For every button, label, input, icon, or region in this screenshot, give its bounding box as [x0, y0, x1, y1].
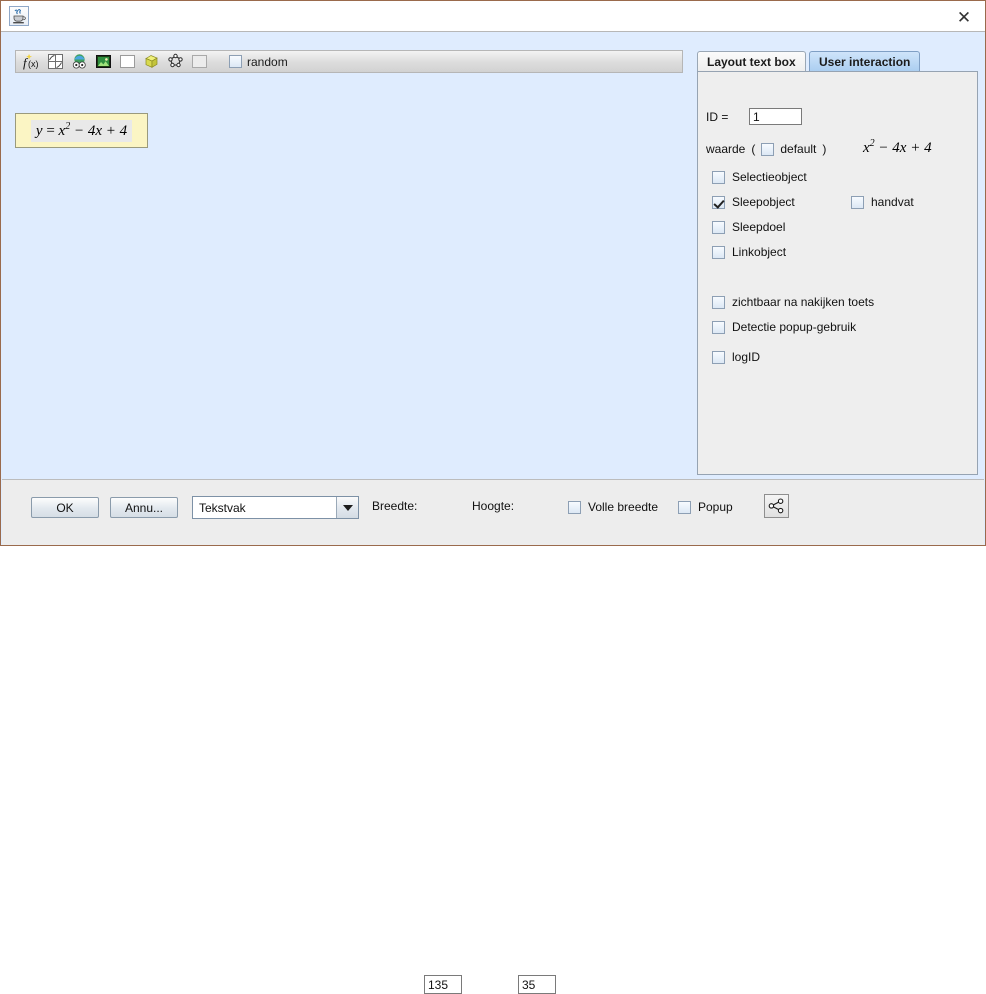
selectieobject-label: Selectieobject	[732, 170, 807, 184]
formula-text: y = x2 − 4x + 4	[30, 119, 133, 142]
random-checkbox[interactable]: random	[229, 55, 288, 69]
checkbox-volle-breedte[interactable]: Volle breedte	[568, 500, 658, 514]
linkobject-checkbox-box[interactable]	[712, 245, 725, 259]
formula-equals: =	[46, 122, 55, 139]
breedte-label: Breedte:	[372, 499, 418, 513]
ok-button[interactable]: OK	[31, 497, 99, 518]
formula-rest: − 4x + 4	[73, 122, 128, 139]
waarde-math-base: x	[863, 140, 870, 156]
checkbox-logid[interactable]: logID	[712, 350, 760, 364]
cancel-button-label: Annu...	[124, 500, 164, 515]
sleepobject-label: Sleepobject	[732, 195, 795, 209]
properties-panel: Layout text box User interaction ID = wa…	[697, 51, 978, 475]
waarde-math-rest: − 4x + 4	[878, 140, 932, 156]
selectieobject-checkbox-box[interactable]	[712, 170, 725, 184]
paren-close: )	[822, 142, 827, 156]
globe-tool-icon[interactable]	[67, 51, 91, 72]
tab-layout-text-box[interactable]: Layout text box	[697, 51, 806, 72]
zichtbaar-checkbox-box[interactable]	[712, 295, 725, 309]
random-checkbox-box[interactable]	[229, 55, 242, 68]
tab-user-interaction[interactable]: User interaction	[809, 51, 921, 72]
linkobject-label: Linkobject	[732, 245, 787, 259]
popup-label: Popup	[698, 500, 733, 514]
formula-object[interactable]: y = x2 − 4x + 4	[15, 113, 148, 148]
zichtbaar-label: zichtbaar na nakijken toets	[732, 295, 875, 309]
checkbox-selectieobject[interactable]: Selectieobject	[712, 170, 807, 184]
java-coffee-cup-icon	[9, 6, 29, 26]
waarde-label: waarde	[706, 142, 746, 156]
cube-tool-icon[interactable]	[139, 51, 163, 72]
default-checkbox[interactable]	[761, 142, 775, 156]
detectie-checkbox-box[interactable]	[712, 320, 725, 334]
logid-checkbox-box[interactable]	[712, 350, 725, 364]
blank-tool-icon[interactable]	[187, 51, 211, 72]
title-bar: ✕	[1, 1, 985, 32]
volle-breedte-checkbox-box[interactable]	[568, 500, 581, 514]
bottom-toolbar: OK Annu... Tekstvak Breedte: Hoogte: Vol…	[2, 479, 984, 994]
logid-label: logID	[732, 350, 761, 364]
handvat-label: handvat	[871, 195, 914, 209]
object-type-select[interactable]: Tekstvak	[192, 496, 359, 519]
checkbox-zichtbaar-na-nakijken-toets[interactable]: zichtbaar na nakijken toets	[712, 295, 874, 309]
random-checkbox-label: random	[247, 54, 288, 69]
object-type-selected-value: Tekstvak	[199, 500, 246, 515]
close-icon[interactable]: ✕	[951, 5, 977, 29]
hoogte-row: Hoogte:	[472, 499, 514, 513]
svg-text:(x): (x)	[28, 59, 39, 69]
paren-open: (	[751, 142, 756, 156]
breedte-input[interactable]	[424, 975, 462, 994]
checkbox-linkobject[interactable]: Linkobject	[712, 245, 786, 259]
popup-checkbox-box[interactable]	[678, 500, 691, 514]
panel-tabstrip: Layout text box User interaction	[697, 51, 978, 72]
id-input[interactable]	[749, 108, 802, 125]
waarde-math-display: x2 − 4x + 4	[863, 138, 932, 157]
waarde-row: waarde ( default )	[706, 142, 826, 156]
object-toolbar: f (x) random	[15, 50, 683, 73]
share-nodes-icon[interactable]	[764, 494, 789, 518]
tab-user-interaction-label: User interaction	[819, 55, 911, 69]
picture-tool-icon[interactable]	[91, 51, 115, 72]
checkbox-detectie-popup-gebruik[interactable]: Detectie popup-gebruik	[712, 320, 856, 334]
default-label: default	[780, 142, 817, 156]
function-tool-icon[interactable]: f (x)	[19, 51, 43, 72]
polygon-tool-icon[interactable]	[163, 51, 187, 72]
hoogte-input[interactable]	[518, 975, 556, 994]
checkbox-handvat[interactable]: handvat	[851, 195, 914, 209]
chevron-down-icon[interactable]	[336, 497, 358, 518]
hoogte-label: Hoogte:	[472, 499, 515, 513]
checkbox-sleepdoel[interactable]: Sleepdoel	[712, 220, 785, 234]
application-window: ✕ f (x) random y = x2 − 4x + 4 Layout te…	[0, 0, 986, 994]
detectie-label: Detectie popup-gebruik	[732, 320, 857, 334]
grid-tool-icon[interactable]	[43, 51, 67, 72]
handvat-checkbox-box[interactable]	[851, 195, 864, 209]
cancel-button[interactable]: Annu...	[110, 497, 178, 518]
formula-exponent: 2	[65, 120, 71, 132]
waarde-math-exponent: 2	[869, 138, 875, 149]
sleepdoel-label: Sleepdoel	[732, 220, 786, 234]
id-label: ID =	[706, 110, 729, 124]
formula-lhs: y	[35, 122, 43, 139]
sleepdoel-checkbox-box[interactable]	[712, 220, 725, 234]
checkbox-sleepobject[interactable]: Sleepobject	[712, 195, 795, 209]
volle-breedte-label: Volle breedte	[588, 500, 659, 514]
checkbox-popup[interactable]: Popup	[678, 500, 733, 514]
tab-layout-text-box-label: Layout text box	[707, 55, 796, 69]
panel-body: ID = waarde ( default ) x2 − 4x + 4 Sele…	[697, 71, 978, 475]
sleepobject-checkbox-box[interactable]	[712, 195, 725, 209]
id-row: ID =	[706, 110, 728, 124]
rectangle-tool-icon[interactable]	[115, 51, 139, 72]
breedte-row: Breedte:	[372, 499, 417, 513]
ok-button-label: OK	[56, 500, 74, 515]
